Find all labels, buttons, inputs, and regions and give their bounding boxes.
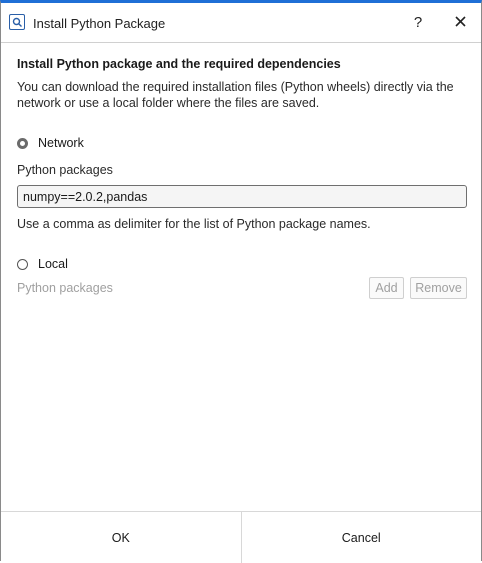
network-radio-label: Network — [38, 136, 84, 150]
dialog-heading: Install Python package and the required … — [17, 57, 341, 71]
delimiter-hint: Use a comma as delimiter for the list of… — [17, 217, 371, 231]
cancel-button[interactable]: Cancel — [240, 512, 481, 563]
local-packages-label: Python packages — [17, 281, 113, 295]
search-icon — [9, 14, 25, 30]
local-radio-label: Local — [38, 257, 68, 271]
close-icon — [454, 16, 466, 30]
remove-button[interactable]: Remove — [410, 277, 467, 299]
network-radio-option[interactable]: Network — [17, 136, 84, 150]
window-title: Install Python Package — [33, 16, 166, 31]
title-separator — [1, 42, 481, 43]
add-button[interactable]: Add — [369, 277, 404, 299]
dialog-description: You can download the required installati… — [17, 80, 454, 110]
local-radio-option[interactable]: Local — [17, 257, 68, 271]
title-bar: Install Python Package ? — [1, 3, 481, 43]
local-radio[interactable] — [17, 258, 28, 270]
python-packages-input[interactable] — [17, 185, 467, 208]
ok-button[interactable]: OK — [1, 512, 241, 563]
install-python-package-dialog: Install Python Package ? Install Python … — [0, 0, 482, 563]
network-radio[interactable] — [17, 137, 28, 149]
dialog-footer: OK Cancel — [1, 511, 481, 563]
close-button[interactable] — [450, 13, 470, 33]
help-button[interactable]: ? — [409, 13, 427, 33]
network-packages-label: Python packages — [17, 163, 113, 177]
